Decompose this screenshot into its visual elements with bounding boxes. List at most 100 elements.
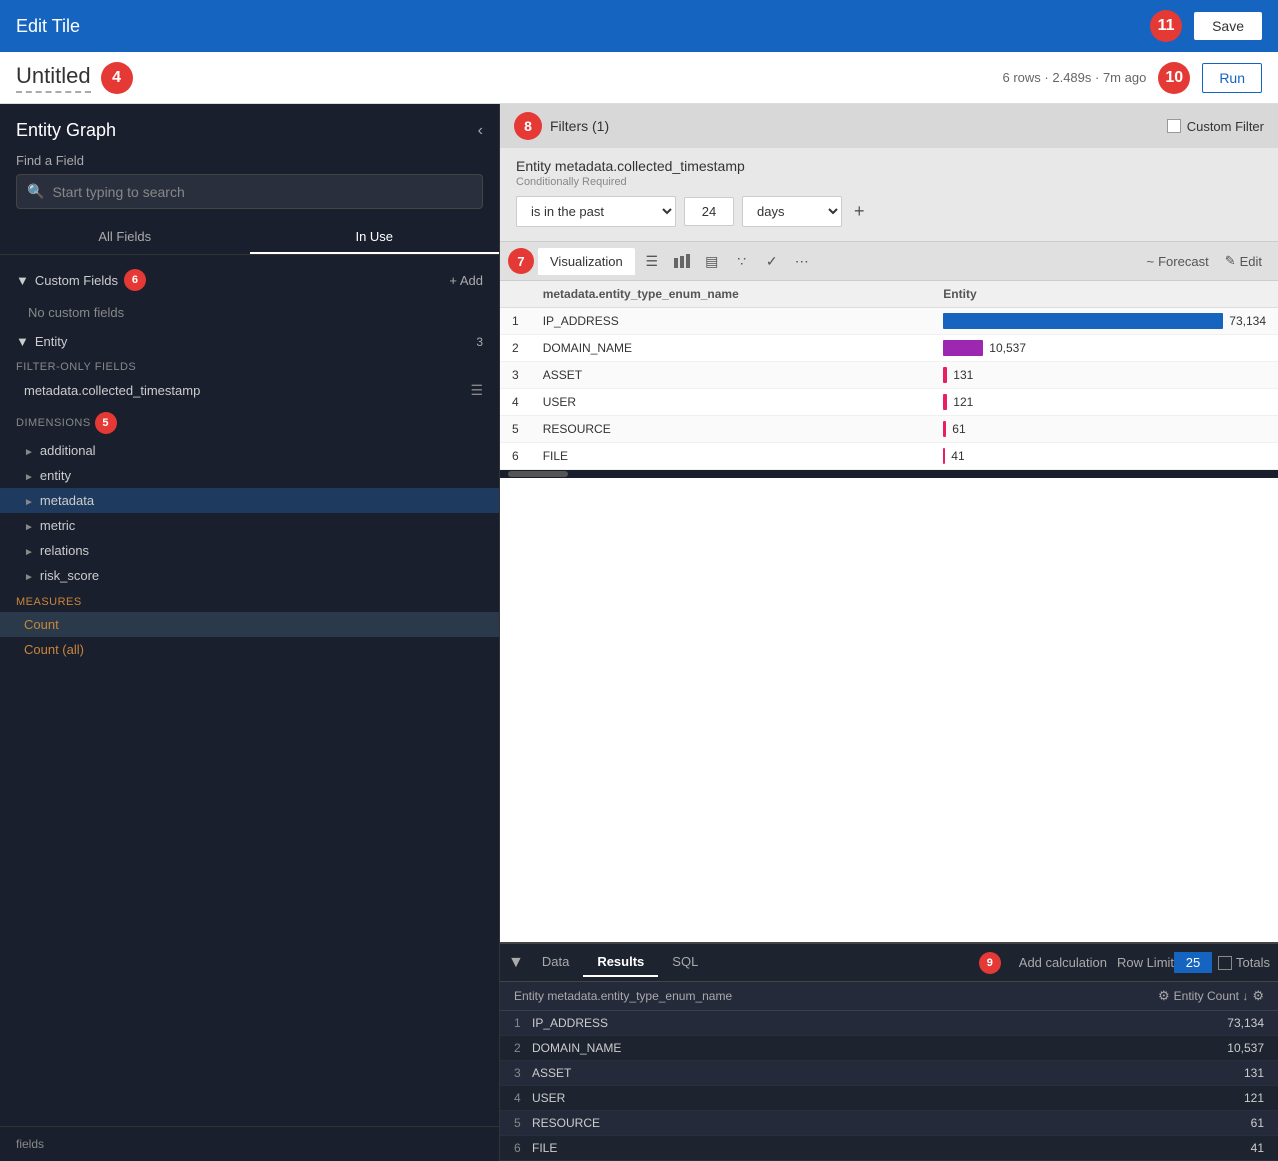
row-name: ASSET xyxy=(531,362,932,389)
badge-7: 7 xyxy=(508,248,534,274)
row-num: 1 xyxy=(514,1016,532,1030)
sidebar-footer: fields xyxy=(0,1126,499,1161)
filters-title: Filters (1) xyxy=(550,118,609,134)
chart-row: 4 USER 121 xyxy=(500,389,1278,416)
edit-button[interactable]: ✎ Edit xyxy=(1217,249,1270,273)
main-layout: Entity Graph ‹ Find a Field 🔍 Start typi… xyxy=(0,104,1278,1161)
search-box[interactable]: 🔍 Start typing to search xyxy=(16,174,483,209)
dimension-additional[interactable]: ►additional xyxy=(0,438,499,463)
dimension-metric-label: metric xyxy=(40,518,75,533)
data-tab-arrow: ▼ xyxy=(508,954,524,972)
row-name: FILE xyxy=(531,443,932,470)
no-custom-fields: No custom fields xyxy=(0,297,499,328)
filter-controls: is in the past days + xyxy=(516,196,1262,227)
filter-name: Entity metadata.collected_timestamp xyxy=(516,158,1262,174)
row-name: USER xyxy=(532,1091,1244,1105)
chart-col-value: Entity xyxy=(931,281,1278,308)
forecast-label: Forecast xyxy=(1158,254,1209,269)
row-bar: 61 xyxy=(931,416,1278,443)
custom-fields-left: ▼ Custom Fields 6 xyxy=(16,269,146,291)
row-value: 73,134 xyxy=(1227,1016,1264,1030)
custom-filter-checkbox[interactable] xyxy=(1167,119,1181,133)
sidebar-header: Entity Graph ‹ xyxy=(0,104,499,149)
dimension-risk-score[interactable]: ►risk_score xyxy=(0,563,499,588)
row-name: DOMAIN_NAME xyxy=(532,1041,1227,1055)
filters-bar: 8 Filters (1) Custom Filter xyxy=(500,104,1278,148)
tab-data[interactable]: Data xyxy=(528,948,583,977)
row-limit-input[interactable] xyxy=(1174,952,1212,973)
viz-tab-visualization[interactable]: Visualization xyxy=(538,248,635,275)
dimension-risk-score-label: risk_score xyxy=(40,568,99,583)
totals-checkbox[interactable] xyxy=(1218,956,1232,970)
chart-col-name: metadata.entity_type_enum_name xyxy=(531,281,932,308)
tab-in-use[interactable]: In Use xyxy=(250,221,500,254)
sidebar: Entity Graph ‹ Find a Field 🔍 Start typi… xyxy=(0,104,500,1161)
dimension-metadata[interactable]: ►metadata xyxy=(0,488,499,513)
tab-sql[interactable]: SQL xyxy=(658,948,712,977)
viz-check-icon[interactable]: ✓ xyxy=(758,247,786,275)
filter-add-button[interactable]: + xyxy=(854,201,865,222)
entity-section-header[interactable]: ▼ Entity 3 xyxy=(0,328,499,355)
viz-table-icon[interactable]: ☰ xyxy=(638,247,666,275)
measure-count-all[interactable]: Count (all) xyxy=(0,637,499,662)
row-bar: 41 xyxy=(931,443,1278,470)
footer-text: fields xyxy=(16,1137,44,1151)
run-button[interactable]: Run xyxy=(1202,63,1262,93)
chart-row: 3 ASSET 131 xyxy=(500,362,1278,389)
filter-value-input[interactable] xyxy=(684,197,734,226)
col2-gear-icon[interactable]: ⚙ xyxy=(1252,988,1264,1004)
find-field-label: Find a Field xyxy=(0,149,499,174)
row-num: 3 xyxy=(500,362,531,389)
custom-fields-label: Custom Fields xyxy=(35,273,118,288)
collapse-icon[interactable]: ‹ xyxy=(478,122,483,140)
row-num: 3 xyxy=(514,1066,532,1080)
dimension-entity[interactable]: ►entity xyxy=(0,463,499,488)
viz-toolbar: 7 Visualization ☰ ▤ ∵ ✓ ⋯ ~ Forecast ✎ E… xyxy=(500,241,1278,281)
viz-line-icon[interactable]: ▤ xyxy=(698,247,726,275)
custom-fields-section[interactable]: ▼ Custom Fields 6 + Add xyxy=(0,263,499,297)
table-row: 3 ASSET 131 xyxy=(500,1061,1278,1086)
search-placeholder: Start typing to search xyxy=(52,184,184,200)
col1-gear-icon[interactable]: ⚙ xyxy=(1158,988,1170,1004)
tile-title[interactable]: Untitled xyxy=(16,63,91,93)
viz-more-icon[interactable]: ⋯ xyxy=(788,247,816,275)
entity-left: ▼ Entity xyxy=(16,334,67,349)
scroll-bar[interactable] xyxy=(508,471,568,477)
viz-scatter-icon[interactable]: ∵ xyxy=(728,247,756,275)
totals-label: Totals xyxy=(1236,955,1270,970)
viz-bar-icon[interactable] xyxy=(668,247,696,275)
badge-9: 9 xyxy=(979,952,1001,974)
data-panel: ▼ Data Results SQL 9 Add calculation Row… xyxy=(500,942,1278,1161)
page-title: Edit Tile xyxy=(16,16,80,37)
save-button[interactable]: Save xyxy=(1194,12,1262,40)
data-table-header: Entity metadata.entity_type_enum_name ⚙ … xyxy=(500,982,1278,1011)
row-name: IP_ADDRESS xyxy=(532,1016,1227,1030)
row-num: 6 xyxy=(500,443,531,470)
forecast-icon: ~ xyxy=(1147,254,1155,269)
tab-all-fields[interactable]: All Fields xyxy=(0,221,250,254)
bar-visual xyxy=(943,421,946,437)
title-bar: Untitled 4 6 rows · 2.489s · 7m ago 10 R… xyxy=(0,52,1278,104)
dimension-additional-label: additional xyxy=(40,443,96,458)
timestamp-field[interactable]: metadata.collected_timestamp ☰ xyxy=(0,377,499,404)
filter-condition-select[interactable]: is in the past xyxy=(516,196,676,227)
tab-results[interactable]: Results xyxy=(583,948,658,977)
forecast-button[interactable]: ~ Forecast xyxy=(1139,250,1217,273)
chart-col-num xyxy=(500,281,531,308)
dimension-relations[interactable]: ►relations xyxy=(0,538,499,563)
row-bar: 10,537 xyxy=(931,335,1278,362)
row-value: 10,537 xyxy=(1227,1041,1264,1055)
sidebar-title: Entity Graph xyxy=(16,120,116,141)
measure-count[interactable]: Count xyxy=(0,612,499,637)
table-row: 5 RESOURCE 61 xyxy=(500,1111,1278,1136)
chart-row: 5 RESOURCE 61 xyxy=(500,416,1278,443)
row-value: 121 xyxy=(1244,1091,1264,1105)
add-calculation-button[interactable]: Add calculation xyxy=(1009,951,1117,974)
dimension-metric[interactable]: ►metric xyxy=(0,513,499,538)
measure-count-all-label: Count (all) xyxy=(24,642,84,657)
add-custom-field-button[interactable]: + Add xyxy=(449,273,483,288)
chart-row: 6 FILE 41 xyxy=(500,443,1278,470)
filter-unit-select[interactable]: days xyxy=(742,196,842,227)
search-icon: 🔍 xyxy=(27,183,44,200)
row-bar: 73,134 xyxy=(931,308,1278,335)
